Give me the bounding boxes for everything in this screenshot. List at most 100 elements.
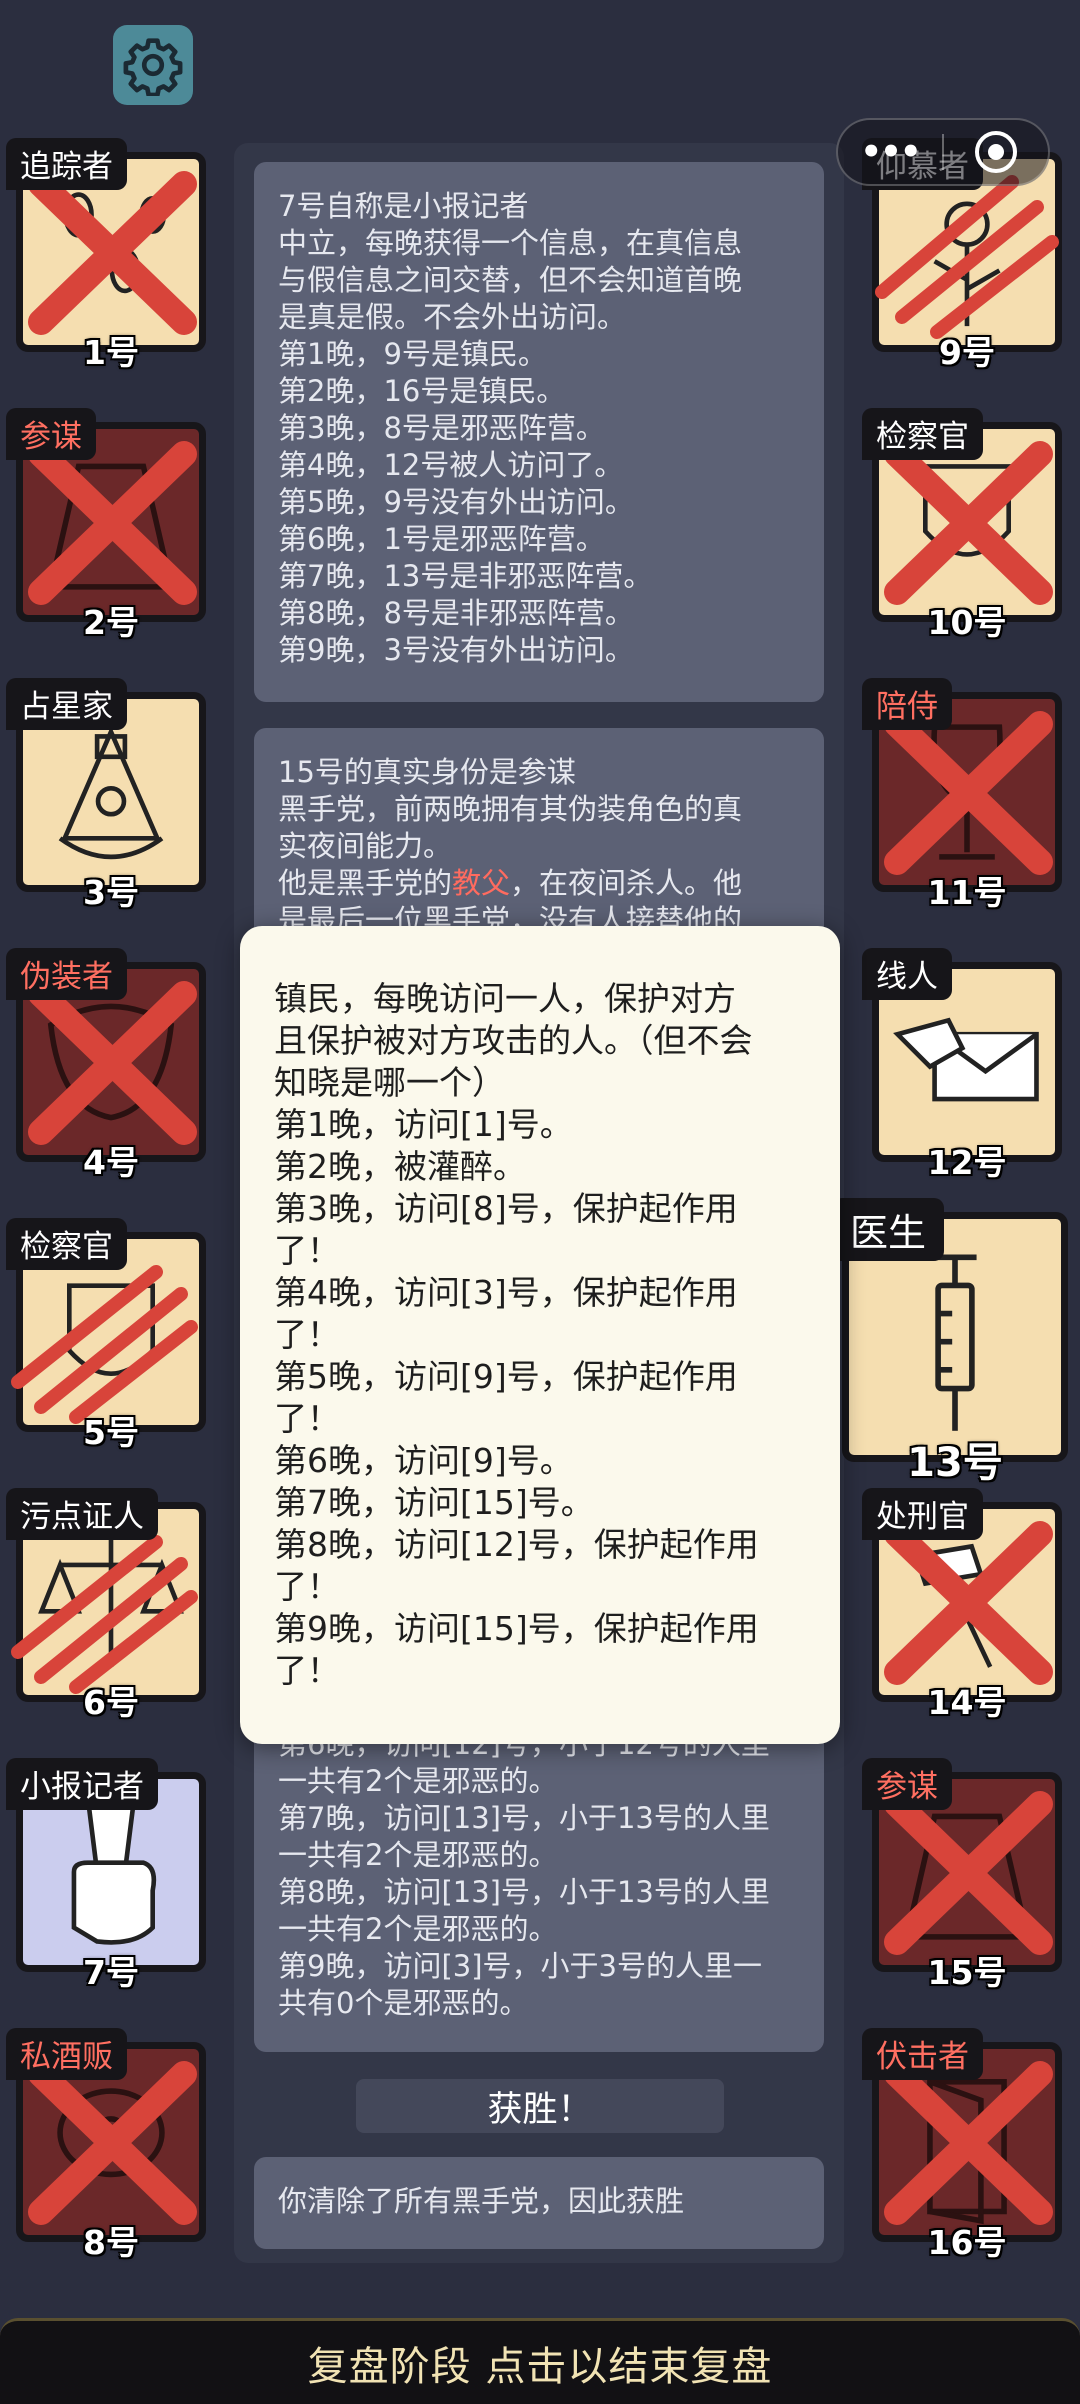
role-tag: 处刑官	[862, 1488, 983, 1540]
player-number: 8号	[83, 2223, 139, 2262]
settings-button[interactable]	[113, 25, 193, 105]
role-tag: 参谋	[862, 1758, 952, 1810]
popup-line: 第2晚，被灌醉。	[274, 1147, 526, 1186]
log-text: 他是黑手党的	[278, 866, 453, 900]
log-line: 第7晚，访问[13]号，小于13号的人里	[278, 1801, 770, 1835]
popup-line: 第8晚，访问[12]号，保护起作用	[274, 1525, 759, 1564]
log-line: 第5晚，9号没有外出访问。	[278, 485, 634, 519]
log-line: 第9晚，3号没有外出访问。	[278, 633, 634, 667]
player-number: 13号	[907, 1440, 1003, 1486]
popup-line: 了！	[274, 1567, 340, 1606]
player-number: 4号	[83, 1143, 139, 1182]
popup-line: 第5晚，访问[9]号，保护起作用	[274, 1357, 738, 1396]
godfather-highlight: 教父	[452, 866, 511, 900]
player-number: 1号	[83, 333, 139, 372]
role-tag: 占星家	[6, 678, 127, 730]
player-card-2[interactable]: 参谋 2号	[6, 408, 206, 642]
target-circle-icon[interactable]	[944, 129, 1048, 175]
player-number: 10号	[927, 603, 1007, 642]
end-review-button[interactable]: 复盘阶段 点击以结束复盘	[0, 2318, 1080, 2404]
log-line: 是真是假。不会外出访问。	[278, 300, 627, 334]
log-panel-consigliere[interactable]: 15号的真实身份是参谋 黑手党，前两晚拥有其伪装角色的真 实夜间能力。 他是黑手…	[254, 728, 824, 958]
victory-label: 获胜！	[356, 2079, 724, 2133]
role-tag: 陪侍	[862, 678, 952, 730]
log-line: 第8晚，8号是非邪恶阵营。	[278, 596, 634, 630]
popup-line: 第3晚，访问[8]号，保护起作用	[274, 1189, 738, 1228]
player-card-16[interactable]: 伏击者 16号	[862, 2028, 1062, 2262]
role-tag: 检察官	[862, 408, 983, 460]
player-number: 2号	[83, 603, 139, 642]
popup-line: 第6晚，访问[9]号。	[274, 1441, 573, 1480]
log-line: 第3晚，8号是邪恶阵营。	[278, 411, 605, 445]
role-tag: 伪装者	[6, 948, 127, 1000]
popup-line: 知晓是哪一个）	[274, 1063, 505, 1102]
popup-line: 了！	[274, 1399, 340, 1438]
log-line: 第4晚，12号被人访问了。	[278, 448, 624, 482]
player-number: 11号	[927, 873, 1007, 912]
gear-icon	[123, 38, 183, 96]
player-card-14[interactable]: 处刑官 14号	[862, 1488, 1062, 1722]
popup-line: 镇民，每晚访问一人，保护对方	[274, 979, 736, 1018]
log-text: ，在夜间杀人。他	[510, 866, 743, 900]
role-tag: 小报记者	[6, 1758, 158, 1810]
popup-line: 第4晚，访问[3]号，保护起作用	[274, 1273, 738, 1312]
role-detail-popup[interactable]: 镇民，每晚访问一人，保护对方 且保护被对方攻击的人。（但不会 知晓是哪一个） 第…	[240, 926, 840, 1744]
log-line: 实夜间能力。	[278, 829, 453, 863]
more-dots-icon[interactable]: •••	[838, 132, 942, 172]
player-number: 14号	[927, 1683, 1007, 1722]
role-tag: 参谋	[6, 408, 96, 460]
popup-line: 第7晚，访问[15]号。	[274, 1483, 594, 1522]
player-card-6[interactable]: 污点证人 6号	[6, 1488, 206, 1722]
popup-line: 第9晚，访问[15]号，保护起作用	[274, 1609, 759, 1648]
player-number: 6号	[83, 1683, 139, 1722]
role-tag: 检察官	[6, 1218, 127, 1270]
log-line: 黑手党，前两晚拥有其伪装角色的真	[278, 792, 743, 826]
role-tag: 追踪者	[6, 138, 127, 190]
player-card-8[interactable]: 私酒贩 8号	[6, 2028, 206, 2262]
player-number: 5号	[83, 1413, 139, 1452]
log-line: 第2晚，16号是镇民。	[278, 374, 566, 408]
role-tag: 医生	[832, 1198, 945, 1261]
log-line: 7号自称是小报记者	[278, 189, 529, 223]
player-card-11[interactable]: 陪侍 11号	[862, 678, 1062, 912]
player-number: 3号	[83, 873, 139, 912]
player-number: 9号	[939, 333, 995, 372]
player-number: 15号	[927, 1953, 1007, 1992]
player-card-7[interactable]: 小报记者 7号	[6, 1758, 206, 1992]
popup-line: 了！	[274, 1315, 340, 1354]
log-line: 第8晚，访问[13]号，小于13号的人里	[278, 1875, 770, 1909]
log-panel-investigator[interactable]: 第6晚，访问[12]号，小于12号的人里 一共有2个是邪恶的。 第7晚，访问[1…	[254, 1720, 824, 2052]
log-line: 第1晚，9号是镇民。	[278, 337, 547, 371]
log-line: 第7晚，13号是非邪恶阵营。	[278, 559, 653, 593]
player-card-1[interactable]: 追踪者 1号	[6, 138, 206, 372]
log-panel-tabloid[interactable]: 7号自称是小报记者 中立，每晚获得一个信息，在真信息 与假信息之间交替，但不会知…	[254, 162, 824, 702]
player-number: 16号	[927, 2223, 1007, 2262]
player-card-12[interactable]: 线人 12号	[862, 948, 1062, 1182]
victory-message: 你清除了所有黑手党，因此获胜	[278, 2184, 685, 2218]
log-line: 与假信息之间交替，但不会知道首晚	[278, 263, 743, 297]
log-line: 一共有2个是邪恶的。	[278, 1838, 558, 1872]
role-tag: 污点证人	[6, 1488, 158, 1540]
player-number: 7号	[83, 1953, 139, 1992]
log-line: 一共有2个是邪恶的。	[278, 1764, 558, 1798]
role-tag: 私酒贩	[6, 2028, 127, 2080]
log-line: 第6晚，1号是邪恶阵营。	[278, 522, 605, 556]
player-card-3[interactable]: 占星家 3号	[6, 678, 206, 912]
player-card-10[interactable]: 检察官 10号	[862, 408, 1062, 642]
popup-line: 了！	[274, 1651, 340, 1690]
log-line: 一共有2个是邪恶的。	[278, 1912, 558, 1946]
log-line: 15号的真实身份是参谋	[278, 755, 576, 789]
player-card-15[interactable]: 参谋 15号	[862, 1758, 1062, 1992]
log-line: 第9晚，访问[3]号，小于3号的人里一	[278, 1949, 762, 1983]
popup-line: 第1晚，访问[1]号。	[274, 1105, 573, 1144]
player-card-5[interactable]: 检察官 5号	[6, 1218, 206, 1452]
player-card-13[interactable]: 医生 13号	[832, 1198, 1068, 1486]
log-line: 共有0个是邪恶的。	[278, 1986, 529, 2020]
player-number: 12号	[927, 1143, 1007, 1182]
role-tag: 伏击者	[862, 2028, 983, 2080]
player-card-4[interactable]: 伪装者 4号	[6, 948, 206, 1182]
mini-program-capsule: •••	[836, 118, 1050, 186]
log-line: 中立，每晚获得一个信息，在真信息	[278, 226, 743, 260]
popup-line: 且保护被对方攻击的人。（但不会	[274, 1021, 753, 1060]
popup-line: 了！	[274, 1231, 340, 1270]
